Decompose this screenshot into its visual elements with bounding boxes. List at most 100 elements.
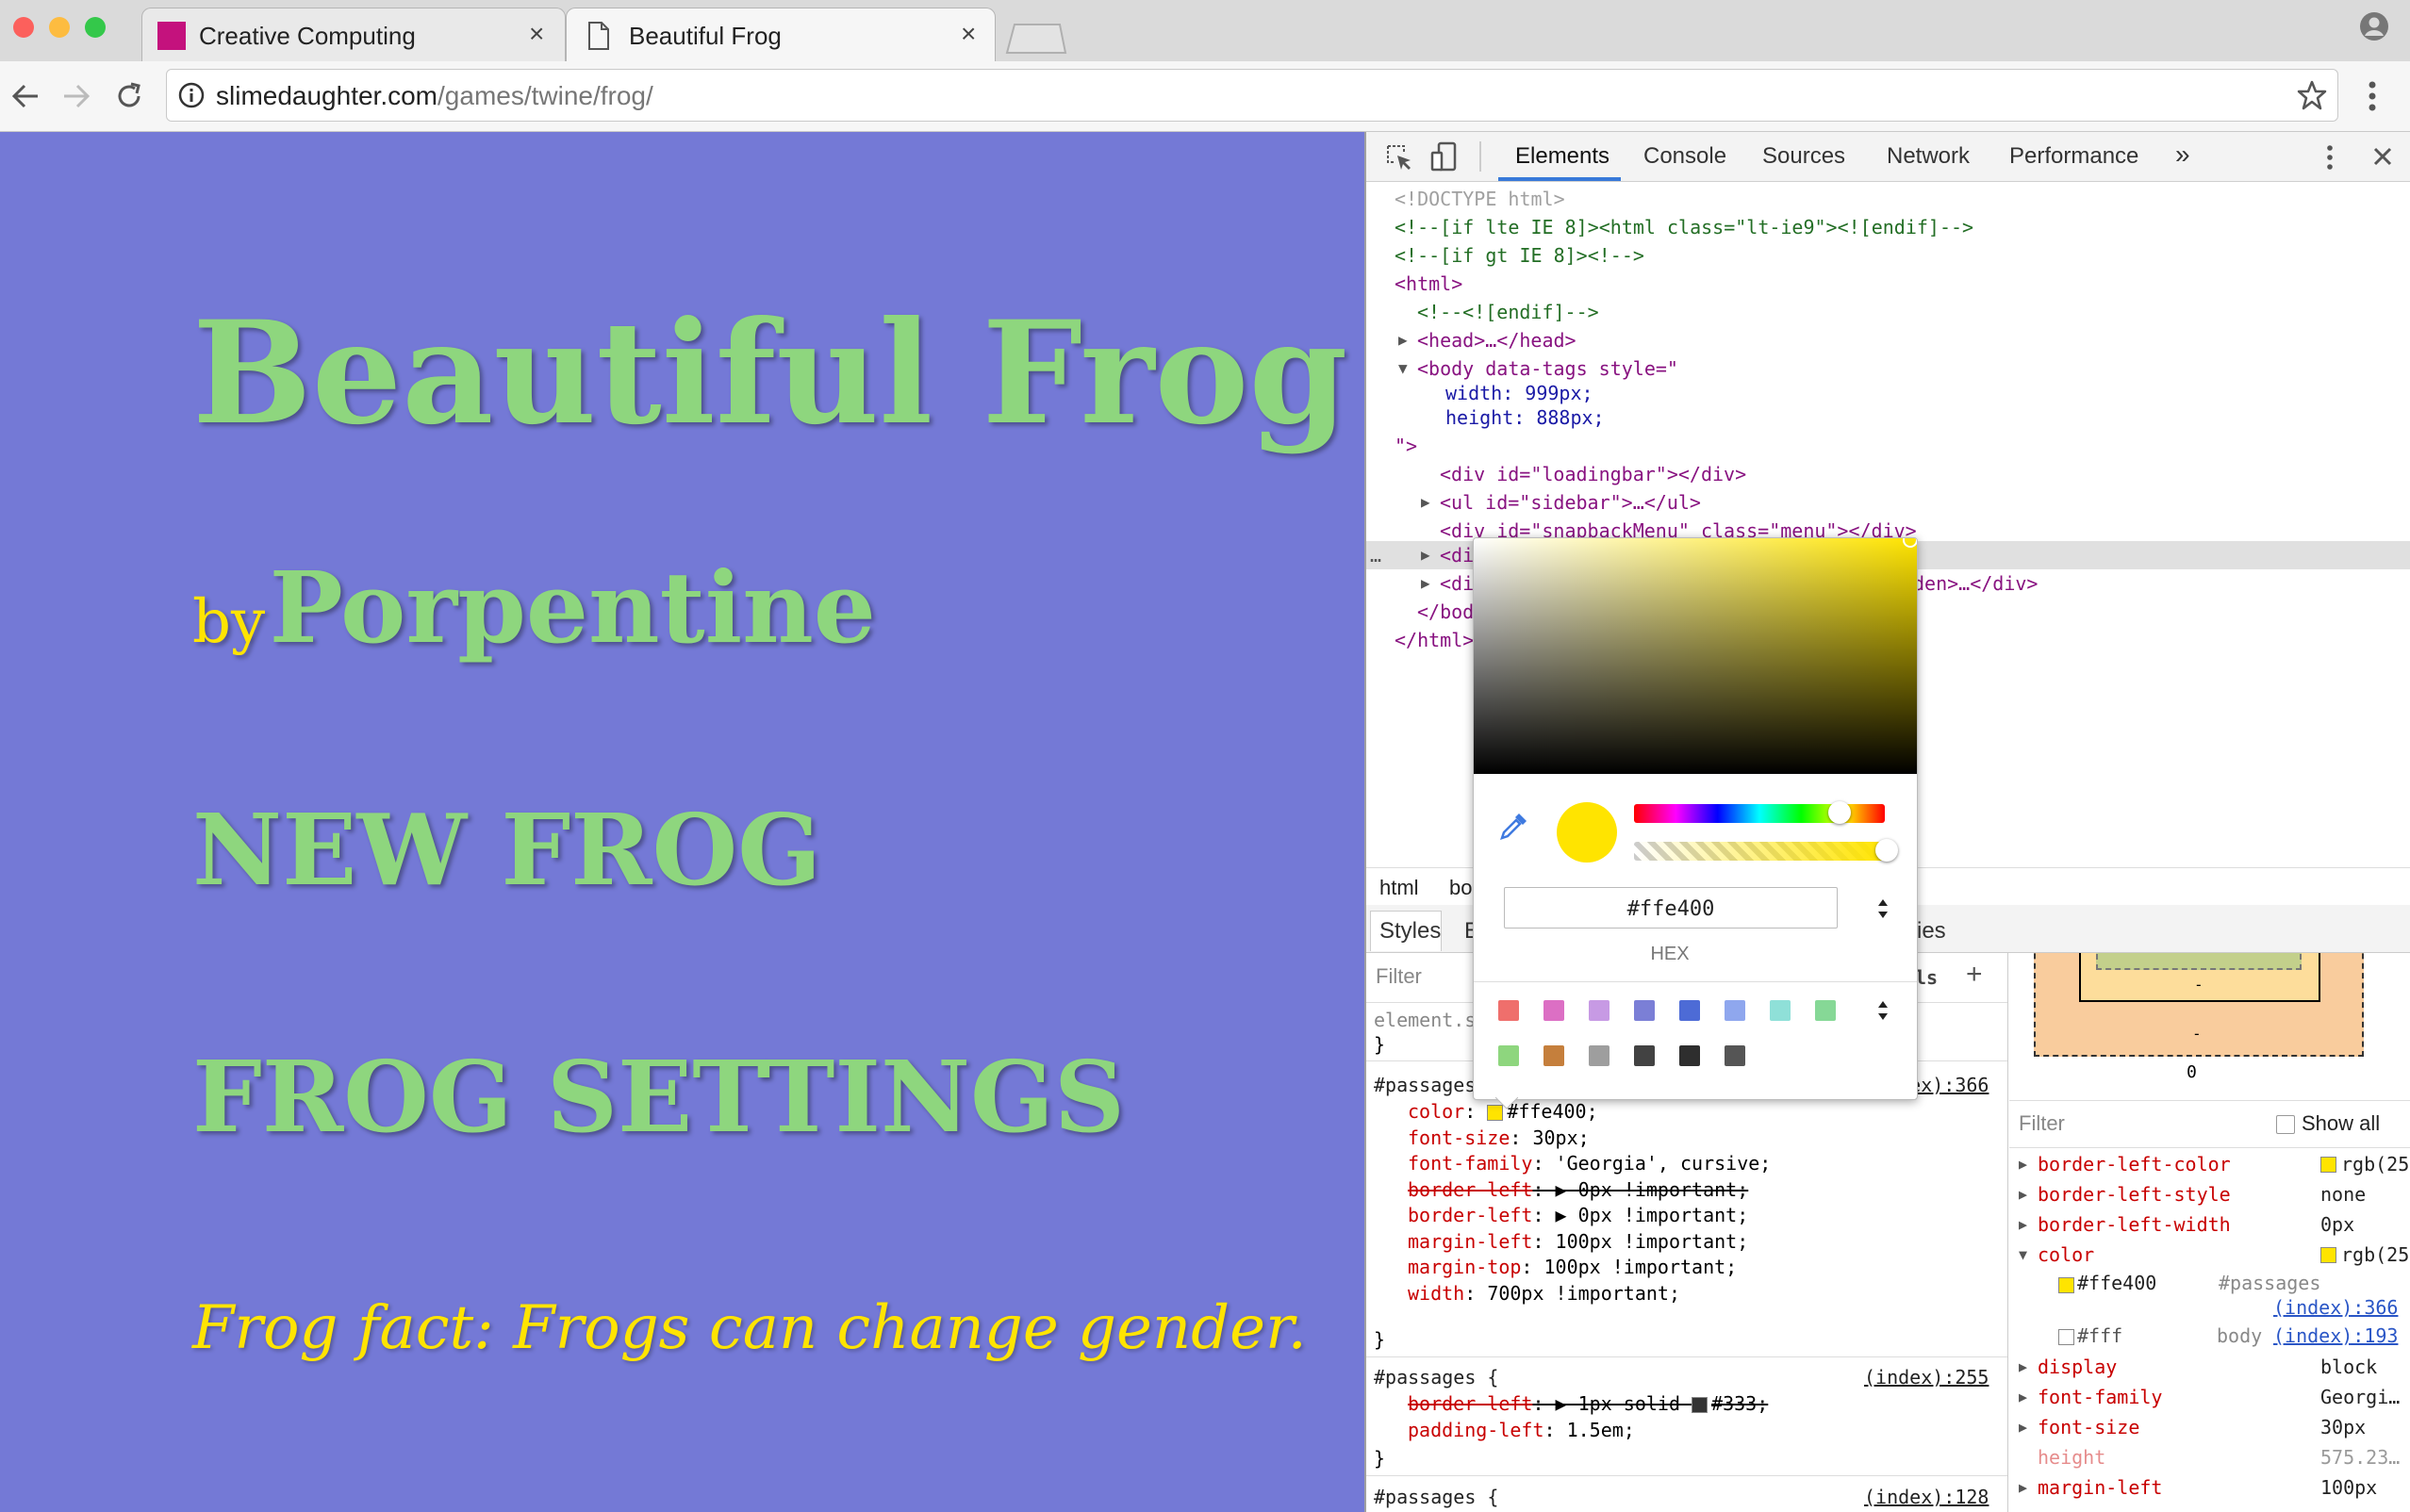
rule-selector[interactable]: #passages {	[1374, 1363, 1498, 1391]
eyedropper-icon[interactable]	[1498, 812, 1528, 842]
collapse-arrow-icon[interactable]: ▼	[2019, 1240, 2027, 1270]
alpha-slider[interactable]	[1634, 842, 1885, 861]
tab-network[interactable]: Network	[1887, 143, 1970, 170]
style-declaration[interactable]: border-left: ▶ 1px solid #333;	[1408, 1391, 1768, 1417]
element-style-selector[interactable]: element.s	[1374, 1006, 1476, 1034]
dom-loadingbar[interactable]: <div id="loadingbar"></div>	[1440, 460, 1746, 488]
computed-property-name[interactable]: border-left-width	[2038, 1209, 2231, 1240]
computed-property-row[interactable]: ▶ margin-left 100px	[2009, 1472, 2410, 1503]
palette-swatch[interactable]	[1679, 1045, 1700, 1066]
css-property-name[interactable]: border-left	[1408, 1392, 1532, 1415]
computed-property-row[interactable]: height 575.23…	[2009, 1442, 2410, 1472]
computed-property-name[interactable]: border-left-color	[2038, 1149, 2231, 1179]
tab-styles[interactable]: Styles	[1379, 918, 1441, 945]
expand-arrow-icon[interactable]: ▶	[2019, 1412, 2027, 1442]
css-property-value[interactable]: ▶ 1px solid	[1556, 1392, 1692, 1415]
style-declaration[interactable]: font-family: 'Georgia', cursive;	[1408, 1151, 1771, 1176]
css-property-value[interactable]: 700px !important;	[1487, 1282, 1680, 1305]
new-frog-link[interactable]: NEW FROG	[192, 792, 821, 908]
expand-arrow-icon[interactable]: ▶	[2019, 1149, 2027, 1179]
palette-swatch[interactable]	[1815, 1000, 1836, 1021]
format-toggle-icon[interactable]	[1875, 896, 1890, 921]
expand-arrow-icon[interactable]: ▶	[2019, 1472, 2027, 1503]
tab-performance[interactable]: Performance	[2009, 143, 2138, 170]
palette-swatch[interactable]	[1543, 1045, 1564, 1066]
alpha-slider-handle[interactable]	[1875, 839, 1898, 862]
palette-swatch[interactable]	[1634, 1000, 1655, 1021]
dom-head[interactable]: <head>…</head>	[1417, 326, 1576, 354]
css-property-value[interactable]: #333;	[1711, 1392, 1768, 1415]
dom-body-close[interactable]: </bod	[1417, 598, 1474, 626]
breadcrumb-html[interactable]: html	[1379, 876, 1419, 900]
close-tab-icon[interactable]: ×	[961, 19, 976, 49]
expand-arrow-icon[interactable]: ▶	[2019, 1209, 2027, 1240]
trace-source-link[interactable]: (index):193	[2273, 1322, 2398, 1350]
devtools-menu-icon[interactable]	[2324, 143, 2336, 172]
close-devtools-icon[interactable]	[2371, 145, 2394, 168]
breadcrumb-body[interactable]: bo	[1449, 876, 1472, 900]
dom-html-open[interactable]: <html>	[1395, 270, 1462, 298]
dom-comment[interactable]: <!--[if lte IE 8]><html class="lt-ie9"><…	[1395, 213, 1973, 241]
expand-arrow-icon[interactable]: ▶	[1421, 488, 1430, 517]
computed-property-row[interactable]: ▶ border-left-color rgb(25	[2009, 1149, 2410, 1179]
rule-selector[interactable]: #passages {	[1374, 1483, 1498, 1511]
css-property-name[interactable]: border-left	[1408, 1204, 1532, 1226]
computed-property-name[interactable]: margin-left	[2038, 1472, 2162, 1503]
inspect-element-icon[interactable]	[1385, 143, 1413, 172]
profile-icon[interactable]	[2359, 11, 2389, 41]
style-declaration[interactable]: margin-left: 100px !important;	[1408, 1229, 1748, 1255]
author-link[interactable]: Porpentine	[270, 550, 876, 666]
style-declaration[interactable]: border-left: ▶ 0px !important;	[1408, 1177, 1748, 1203]
more-tabs-icon[interactable]: »	[2175, 140, 2190, 170]
tab-console[interactable]: Console	[1643, 143, 1726, 170]
palette-swatch[interactable]	[1589, 1045, 1609, 1066]
computed-property-name[interactable]: font-size	[2038, 1412, 2139, 1442]
dom-html-close[interactable]: </html>	[1395, 626, 1474, 654]
css-property-name[interactable]: font-size	[1408, 1126, 1510, 1149]
computed-property-row[interactable]: ▶ display block	[2009, 1352, 2410, 1382]
style-declaration[interactable]: border-left: ▶ 0px !important;	[1408, 1203, 1748, 1228]
palette-swatch[interactable]	[1498, 1045, 1519, 1066]
computed-property-row[interactable]: ▶ font-family Georgi…	[2009, 1382, 2410, 1412]
computed-property-name[interactable]: height	[2038, 1442, 2105, 1472]
styles-filter-input[interactable]: Filter	[1376, 964, 1422, 989]
palette-swatch[interactable]	[1725, 1045, 1745, 1066]
dom-div[interactable]: <di	[1440, 569, 1474, 598]
tab-properties[interactable]: ies	[1917, 918, 1946, 945]
style-declaration[interactable]: width: 700px !important;	[1408, 1281, 1680, 1307]
bookmark-star-icon[interactable]	[2296, 79, 2328, 111]
expand-arrow-icon[interactable]: ▶	[1421, 569, 1430, 598]
collapse-arrow-icon[interactable]: ▼	[1398, 354, 1408, 383]
css-property-name[interactable]: margin-top	[1408, 1256, 1521, 1278]
close-tab-icon[interactable]: ×	[529, 19, 544, 49]
palette-swatch[interactable]	[1770, 1000, 1791, 1021]
forward-icon[interactable]	[60, 80, 92, 112]
css-property-value[interactable]: 1.5em;	[1567, 1419, 1635, 1441]
saturation-value-area[interactable]	[1474, 538, 1917, 774]
palette-switch-icon[interactable]	[1875, 998, 1890, 1023]
computed-filter-input[interactable]: Filter	[2019, 1111, 2065, 1136]
computed-property-row[interactable]: ▶ font-size 30px	[2009, 1412, 2410, 1442]
css-property-value[interactable]: 100px !important;	[1556, 1230, 1749, 1253]
expand-arrow-icon[interactable]: ▶	[2019, 1382, 2027, 1412]
tab-beautiful-frog[interactable]: Beautiful Frog ×	[566, 8, 996, 62]
computed-property-name[interactable]: border-left-style	[2038, 1179, 2231, 1209]
palette-swatch[interactable]	[1589, 1000, 1609, 1021]
dom-row-more-icon[interactable]: …	[1370, 541, 1381, 569]
info-icon[interactable]	[178, 82, 205, 108]
expand-arrow-icon[interactable]: ▶	[1398, 326, 1408, 354]
palette-swatch[interactable]	[1725, 1000, 1745, 1021]
css-property-name[interactable]: color	[1408, 1100, 1464, 1123]
palette-swatch[interactable]	[1679, 1000, 1700, 1021]
expand-arrow-icon[interactable]: ▶	[1421, 541, 1430, 569]
style-declaration[interactable]: font-size: 30px;	[1408, 1126, 1590, 1151]
css-property-name[interactable]: padding-left	[1408, 1419, 1544, 1441]
dom-div-selected[interactable]: <di	[1440, 541, 1474, 569]
trace-source-link[interactable]: (index):366	[2273, 1296, 2398, 1319]
computed-property-row[interactable]: ▶ border-left-style none	[2009, 1179, 2410, 1209]
rule-source-link[interactable]: (index):255	[1864, 1363, 1989, 1391]
dom-comment[interactable]: <!--<![endif]-->	[1417, 298, 1599, 326]
tab-sources[interactable]: Sources	[1762, 143, 1845, 170]
style-declaration[interactable]: margin-top: 100px !important;	[1408, 1255, 1737, 1280]
css-property-value[interactable]: 'Georgia', cursive;	[1556, 1152, 1772, 1175]
